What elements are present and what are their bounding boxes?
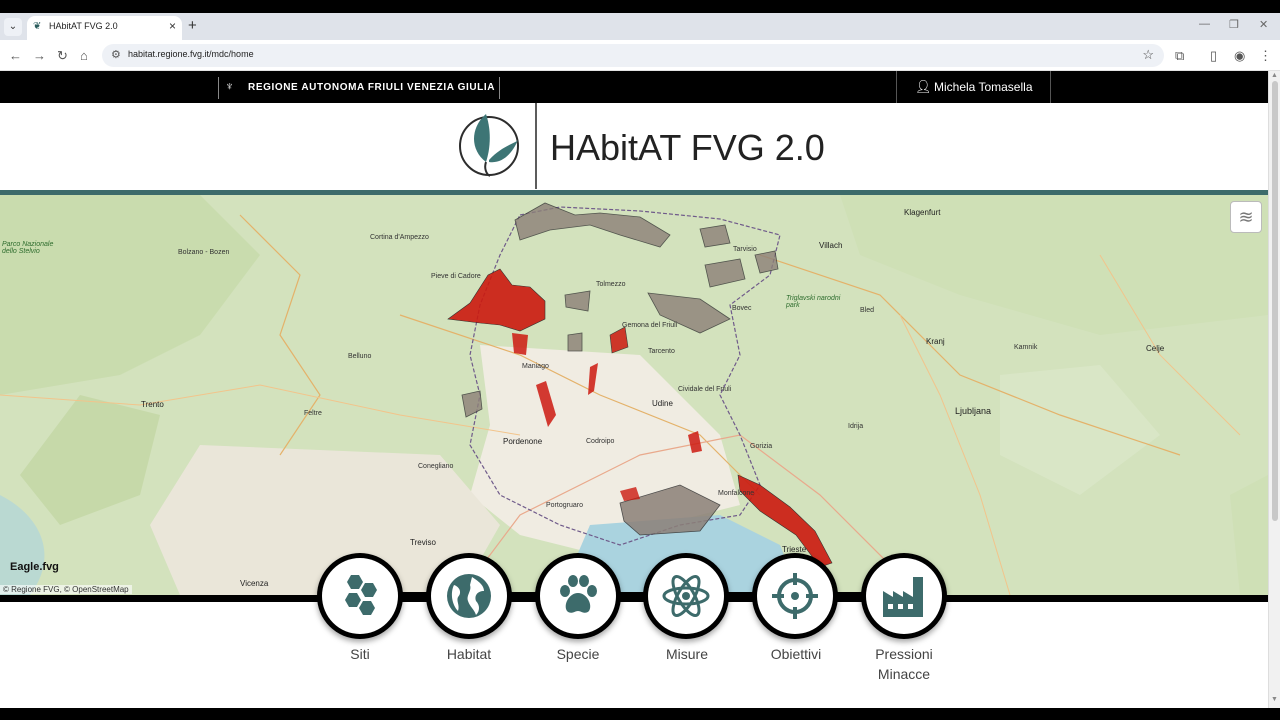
map-label: Villach: [819, 241, 843, 250]
map-label: Klagenfurt: [904, 208, 941, 217]
bottom-border: [0, 708, 1280, 720]
site-top-bar: ♆ REGIONE AUTONOMA FRIULI VENEZIA GIULIA…: [0, 71, 1268, 103]
scroll-down-icon[interactable]: ▼: [1271, 696, 1278, 703]
scrollbar-thumb[interactable]: [1272, 81, 1278, 521]
maximize-icon[interactable]: ❐: [1229, 18, 1239, 31]
map-label: Conegliano: [418, 463, 454, 470]
new-tab-icon[interactable]: +: [188, 17, 197, 34]
menu-siti-button[interactable]: [317, 553, 403, 639]
map-label: Triglavski narodni park: [786, 295, 841, 309]
map-label: Celje: [1146, 344, 1165, 353]
top-border: [0, 0, 1280, 13]
map-label: Tarvisio: [733, 246, 757, 253]
user-menu[interactable]: 👤︎ Michela Tomasella: [896, 71, 1051, 103]
map-label: Portogruaro: [546, 502, 583, 509]
menu-label-specie[interactable]: Specie: [518, 644, 638, 664]
browser-window: ⌄ ❦ HAbitAT FVG 2.0 × + — ❐ ✕ ← → ↻ ⌂ ⚙ …: [0, 0, 1280, 720]
map-view[interactable]: Klagenfurt Villach Cortina d'Ampezzo Bol…: [0, 195, 1268, 595]
hexagons-icon: [345, 575, 377, 615]
minimize-icon[interactable]: —: [1199, 18, 1210, 30]
region-name: REGIONE AUTONOMA FRIULI VENEZIA GIULIA: [248, 82, 496, 93]
map-label: Gemona del Friuli: [622, 322, 678, 329]
site-favicon-icon: ❦: [33, 21, 42, 32]
map-label: Belluno: [348, 353, 372, 360]
side-panel-icon[interactable]: ▯: [1210, 48, 1217, 64]
close-window-icon[interactable]: ✕: [1259, 18, 1268, 31]
tab-title: HAbitAT FVG 2.0: [49, 21, 118, 31]
menu-pressioni-button[interactable]: [861, 553, 947, 639]
site-info-icon[interactable]: ⚙: [111, 48, 121, 61]
menu-kebab-icon[interactable]: ⋮: [1259, 48, 1272, 64]
map-label: Udine: [652, 399, 673, 408]
app-title: HAbitAT FVG 2.0: [550, 127, 825, 168]
address-bar-row: ← → ↻ ⌂ ⚙ habitat.regione.fvg.it/mdc/hom…: [0, 40, 1280, 71]
paw-icon: [560, 575, 597, 613]
map-label: Kamnik: [1014, 344, 1038, 351]
map-label: Tolmezzo: [596, 281, 626, 288]
map-label: Cividale del Friuli: [678, 386, 732, 393]
extensions-icon[interactable]: ⧉: [1175, 48, 1184, 64]
address-bar[interactable]: ⚙ habitat.regione.fvg.it/mdc/home ☆: [102, 44, 1164, 67]
map-label: Pieve di Cadore: [431, 273, 481, 280]
region-link[interactable]: ♆ REGIONE AUTONOMA FRIULI VENEZIA GIULIA: [218, 77, 500, 99]
menu-specie-button[interactable]: [535, 553, 621, 639]
user-name: Michela Tomasella: [934, 80, 1033, 94]
eagle-fvg-logo: Eagle.fvg: [10, 561, 59, 573]
reload-icon[interactable]: ↻: [57, 48, 68, 64]
scroll-up-icon[interactable]: ▲: [1271, 72, 1278, 79]
tab-strip: ⌄ ❦ HAbitAT FVG 2.0 × + — ❐ ✕: [0, 13, 1280, 40]
map-label: Cortina d'Ampezzo: [370, 234, 429, 241]
map-label: Maniago: [522, 363, 549, 370]
map-label: Ljubljana: [955, 406, 992, 416]
map-label: Vicenza: [240, 579, 269, 588]
map-label: Gorizia: [750, 443, 773, 450]
page-scrollbar[interactable]: ▲ ▼: [1268, 71, 1280, 711]
map-label: Codroipo: [586, 438, 615, 445]
header-divider: [535, 103, 537, 189]
map-label: Feltre: [304, 410, 322, 417]
crosshair-icon: [772, 573, 818, 619]
map-label: Pordenone: [503, 437, 543, 446]
back-icon[interactable]: ←: [9, 48, 22, 63]
eagle-crest-icon: ♆: [225, 79, 234, 93]
map-label: Monfalcone: [718, 490, 755, 497]
profile-avatar-icon[interactable]: ◉: [1234, 48, 1245, 64]
user-icon: 👤︎: [915, 79, 932, 94]
map-attribution: © Regione FVG, © OpenStreetMap: [0, 585, 132, 594]
factory-icon: [883, 577, 923, 617]
menu-habitat-button[interactable]: [426, 553, 512, 639]
tab-search-icon[interactable]: ⌄: [4, 18, 22, 36]
map-label: Trento: [141, 400, 164, 409]
habitat-logo-icon: [459, 114, 519, 177]
home-icon[interactable]: ⌂: [80, 48, 88, 63]
map-label: Idrija: [848, 423, 864, 430]
menu-label-siti[interactable]: Siti: [300, 644, 420, 664]
map-label: Bled: [860, 307, 875, 314]
menu-label-misure[interactable]: Misure: [627, 644, 747, 664]
map-label: Kranj: [926, 337, 945, 346]
map-label: Bovec: [732, 305, 752, 312]
menu-label-habitat[interactable]: Habitat: [409, 644, 529, 664]
map-label: Bolzano - Bozen: [178, 249, 230, 256]
app-header: HAbitAT FVG 2.0: [0, 103, 1268, 190]
close-tab-icon[interactable]: ×: [169, 19, 176, 33]
browser-tab[interactable]: ❦ HAbitAT FVG 2.0 ×: [27, 16, 182, 40]
atom-icon: [662, 575, 710, 617]
layers-switcher-icon[interactable]: ≋: [1230, 201, 1262, 233]
url-text[interactable]: habitat.regione.fvg.it/mdc/home: [128, 49, 254, 59]
menu-obiettivi-button[interactable]: [752, 553, 838, 639]
map-label: Tarcento: [648, 348, 675, 355]
menu-label-pressioni[interactable]: Pressioni Minacce: [852, 644, 956, 684]
map-label: Parco Nazionale dello Stelvio: [2, 241, 54, 255]
menu-label-obiettivi[interactable]: Obiettivi: [736, 644, 856, 664]
map-label: Treviso: [410, 538, 436, 547]
menu-misure-button[interactable]: [643, 553, 729, 639]
globe-icon: [447, 574, 491, 618]
forward-icon[interactable]: →: [33, 48, 46, 63]
bookmark-star-icon[interactable]: ☆: [1142, 47, 1154, 63]
